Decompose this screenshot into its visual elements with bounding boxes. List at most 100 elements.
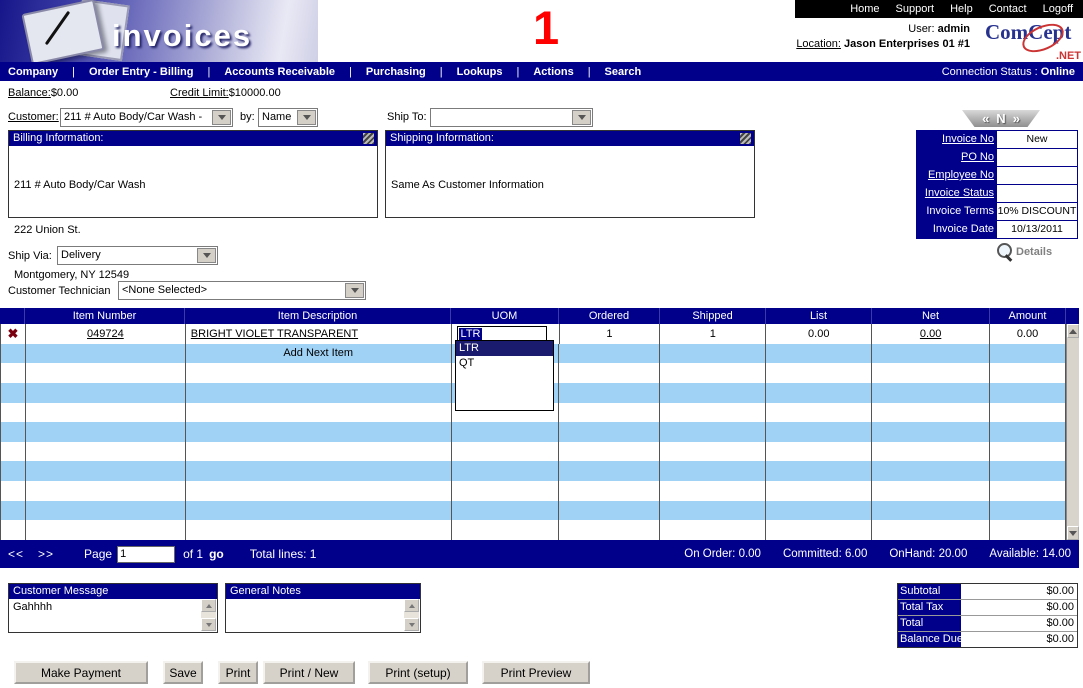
po-no-value[interactable] [997,149,1077,166]
customer-select[interactable]: 211 # Auto Body/Car Wash - [60,108,233,127]
record-prev-button[interactable]: « [982,111,989,126]
sort-by-select[interactable]: Name [258,108,318,127]
table-row [1,442,1066,462]
print-preview-button[interactable]: Print Preview [482,661,590,684]
make-payment-button[interactable]: Make Payment [14,661,148,684]
balance-label[interactable]: Balance: [8,87,51,99]
details-button[interactable]: Details [995,241,1052,263]
connection-status-value: Online [1041,66,1075,78]
page-number-input[interactable] [117,546,175,563]
items-table-scrollbar[interactable] [1066,324,1079,540]
ship-to-select[interactable] [430,108,593,127]
invoice-terms-value: 10% DISCOUNT [997,203,1077,220]
employee-no-value[interactable] [997,167,1077,184]
ordered-value[interactable]: 1 [606,328,612,340]
table-row [1,481,1066,501]
menu-contact[interactable]: Contact [989,3,1027,15]
scroll-down-icon[interactable] [201,618,216,631]
customer-label[interactable]: Customer: [8,111,59,123]
scroll-up-icon[interactable] [201,599,216,612]
item-description-link[interactable]: BRIGHT VIOLET TRANSPARENT [191,328,358,340]
menu-support[interactable]: Support [896,3,935,15]
list-value: 0.00 [808,328,829,340]
credit-limit-field: Credit Limit:$10000.00 [170,87,281,99]
page-go-button[interactable]: go [209,547,224,561]
chevron-down-icon[interactable] [297,110,316,125]
scroll-down-icon[interactable] [404,618,419,631]
po-no-link[interactable]: PO No [961,151,994,163]
print-button[interactable]: Print [218,661,258,684]
page-prev-button[interactable]: << [8,547,24,561]
location-link[interactable]: Location: [796,38,841,50]
resize-stripes-icon[interactable] [740,133,751,144]
record-next-button[interactable]: » [1013,111,1020,126]
customer-message-header: Customer Message [9,584,217,599]
invoice-date-label: Invoice Date [933,223,994,235]
nav-purchasing[interactable]: Purchasing [335,66,426,78]
uom-option-qt[interactable]: QT [456,356,553,371]
credit-limit-label[interactable]: Credit Limit: [170,87,229,99]
scroll-down-icon[interactable] [1067,526,1079,540]
menu-help[interactable]: Help [950,3,973,15]
add-next-item-link[interactable]: Add Next Item [283,347,353,359]
ship-via-select[interactable]: Delivery [57,246,218,265]
general-notes-input[interactable] [227,599,404,631]
chevron-down-icon[interactable] [212,110,231,125]
on-hand-value: OnHand: 20.00 [889,548,967,560]
by-label: by: [240,111,255,123]
item-number-link[interactable]: 049724 [87,328,124,340]
customer-message-scrollbar[interactable] [201,599,216,631]
page-next-button[interactable]: >> [38,547,54,561]
nav-actions[interactable]: Actions [502,66,573,78]
page-indicator: 1 [533,2,559,54]
general-notes-scrollbar[interactable] [404,599,419,631]
connection-status: Connection Status : Online [942,66,1083,78]
amount-value: 0.00 [1017,328,1038,340]
menu-logoff[interactable]: Logoff [1043,3,1073,15]
invoice-no-link[interactable]: Invoice No [942,133,994,145]
table-row [1,520,1066,540]
shipped-value[interactable]: 1 [710,328,716,340]
nav-accounts-receivable[interactable]: Accounts Receivable [194,66,336,78]
invoice-date-row: Invoice Date 10/13/2011 [917,221,1077,238]
record-current: N [996,111,1005,126]
chevron-down-icon[interactable] [197,248,216,263]
menu-home[interactable]: Home [850,3,879,15]
invoice-status-link[interactable]: Invoice Status [925,187,994,199]
invoice-date-value[interactable]: 10/13/2011 [997,221,1077,238]
uom-option-ltr[interactable]: LTR [456,341,553,356]
nav-search[interactable]: Search [574,66,642,78]
general-notes-header: General Notes [226,584,420,599]
invoice-app-window: invoices 1 Home Support Help Contact Log… [0,0,1083,688]
print-new-button[interactable]: Print / New [263,661,355,684]
resize-stripes-icon[interactable] [363,133,374,144]
items-table-footer: << >> Page of 1 go Total lines: 1 On Ord… [0,540,1079,568]
customer-technician-select[interactable]: <None Selected> [118,281,366,300]
invoice-no-row: Invoice No New [917,131,1077,149]
save-button[interactable]: Save [163,661,203,684]
total-tax-value: $0.00 [961,600,1077,615]
chevron-down-icon[interactable] [345,283,364,298]
employee-no-link[interactable]: Employee No [928,169,994,181]
chevron-down-icon[interactable] [572,110,591,125]
customer-select-value: 211 # Auto Body/Car Wash - [64,111,213,123]
nav-company[interactable]: Company [8,66,58,78]
invoice-status-value [997,185,1077,202]
nav-order-entry-billing[interactable]: Order Entry - Billing [58,66,193,78]
col-ordered: Ordered [559,308,660,324]
table-row [1,501,1066,521]
net-link[interactable]: 0.00 [920,328,941,340]
delete-row-icon[interactable]: ✖ [8,326,19,342]
print-setup-button[interactable]: Print (setup) [368,661,468,684]
subtotal-value: $0.00 [961,584,1077,599]
col-item-number: Item Number [25,308,185,324]
search-icon [995,241,1015,263]
committed-value: Committed: 6.00 [783,548,867,560]
shipping-line: Same As Customer Information [391,178,749,193]
customer-message-input[interactable]: Gahhhh [10,599,201,631]
scroll-up-icon[interactable] [1067,324,1079,338]
billing-info-box: Billing Information: 211 # Auto Body/Car… [8,130,378,218]
credit-limit-value: $10000.00 [229,87,281,99]
scroll-up-icon[interactable] [404,599,419,612]
nav-lookups[interactable]: Lookups [426,66,503,78]
